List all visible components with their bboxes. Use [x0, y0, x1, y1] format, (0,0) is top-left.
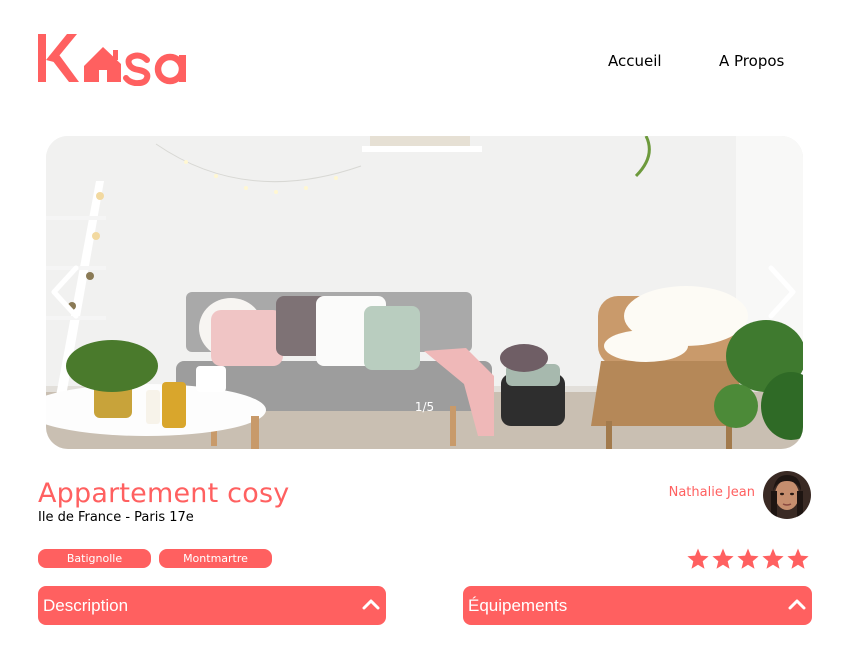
equipments-collapse[interactable]: Équipements	[463, 586, 812, 625]
star-icon	[712, 548, 734, 569]
photo-carousel: 1/5	[46, 136, 803, 449]
chevron-up-icon[interactable]	[788, 597, 806, 611]
host-name: Nathalie Jean	[668, 485, 755, 500]
listing-location: Ile de France - Paris 17e	[38, 510, 194, 525]
tag: Montmartre	[159, 549, 272, 568]
listing-title: Appartement cosy	[38, 478, 290, 509]
host-avatar	[763, 471, 811, 519]
description-collapse[interactable]: Description	[38, 586, 386, 625]
kasa-logo-mark	[38, 34, 186, 87]
description-collapse-label: Description	[43, 596, 129, 615]
star-icon	[737, 548, 759, 569]
star-icon	[762, 548, 784, 569]
nav-link-home[interactable]: Accueil	[608, 52, 662, 70]
avatar-portrait	[763, 471, 811, 519]
rating-stars	[686, 547, 810, 571]
equipments-collapse-label: Équipements	[468, 596, 568, 615]
kasa-logo[interactable]	[37, 30, 202, 87]
photo-counter: 1/5	[414, 400, 435, 414]
chevron-left-icon[interactable]	[48, 264, 82, 320]
chevron-right-icon[interactable]	[765, 264, 799, 320]
chevron-up-icon[interactable]	[362, 597, 380, 611]
star-icon	[687, 548, 709, 569]
star-icon	[787, 548, 809, 569]
tag: Batignolle	[38, 549, 151, 568]
nav-link-about[interactable]: A Propos	[719, 52, 784, 70]
tag-list: Batignolle Montmartre	[38, 549, 272, 568]
